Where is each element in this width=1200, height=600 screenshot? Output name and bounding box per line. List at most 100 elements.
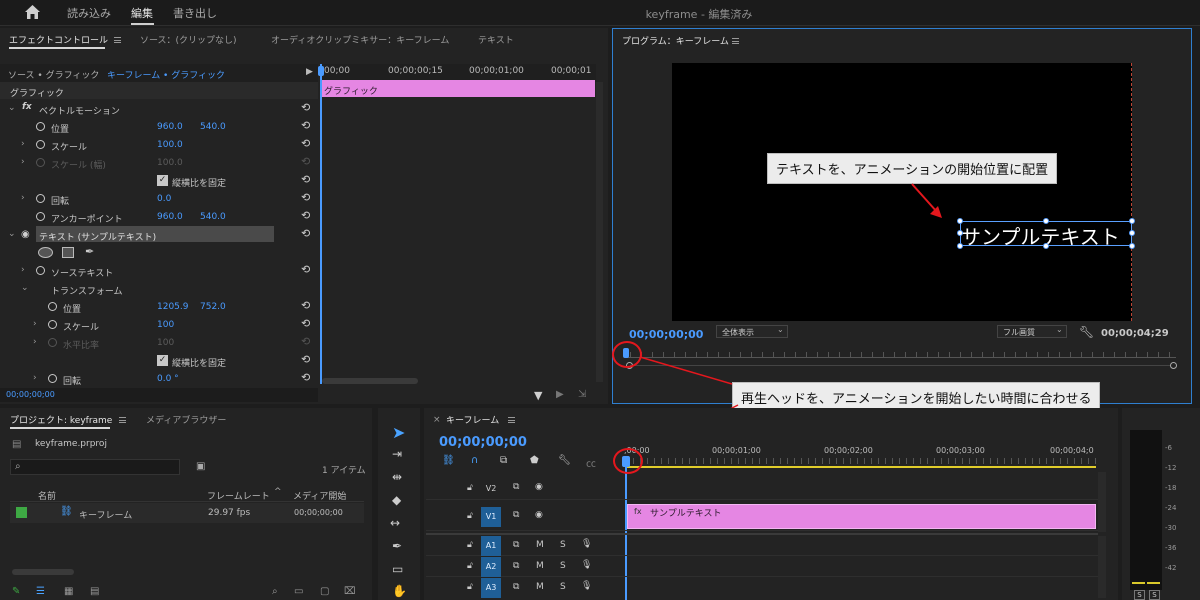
trash-icon[interactable]: ⌧ [344, 586, 356, 597]
export-icon[interactable]: ⇲ [578, 389, 586, 400]
linked-selection-icon[interactable]: ⧉ [500, 455, 507, 466]
freeform-icon[interactable]: ▤ [90, 586, 99, 597]
bbox-handle[interactable] [1043, 218, 1049, 224]
effects-timecode[interactable]: 00;00;00;00 [6, 390, 55, 399]
lock-icon[interactable]: 🔓︎ [467, 582, 473, 592]
program-menu-icon[interactable] [732, 38, 739, 44]
expand-icon[interactable]: › [21, 139, 25, 149]
value-y[interactable]: 540.0 [200, 212, 226, 222]
stopwatch-icon[interactable] [48, 320, 57, 329]
label-color[interactable] [16, 507, 27, 518]
stopwatch-icon[interactable] [36, 194, 45, 203]
close-icon[interactable]: × [433, 415, 441, 425]
reset-icon[interactable]: ⟲ [301, 318, 313, 330]
stopwatch-icon[interactable] [36, 158, 45, 167]
mute-button[interactable]: M [536, 540, 544, 550]
expand-icon[interactable]: › [33, 319, 37, 329]
bbox-handle[interactable] [1129, 243, 1135, 249]
kf-scrollbar[interactable] [596, 82, 603, 382]
col-start[interactable]: メディア開始 [293, 489, 346, 502]
solo-button[interactable]: S [560, 540, 566, 550]
expand-icon[interactable]: › [33, 373, 37, 383]
slip-tool-icon[interactable]: ↔ [390, 516, 400, 530]
find-icon[interactable]: ⌕ [272, 586, 278, 597]
snap-icon[interactable]: ∩ [471, 455, 478, 466]
value-x[interactable]: 960.0 [157, 212, 183, 222]
quality-select[interactable]: フル画質 ⌄ [997, 325, 1067, 338]
fit-select[interactable]: 全体表示 ⌄ [716, 325, 788, 338]
mic-icon[interactable]: 🎙︎ [581, 539, 592, 549]
reset-icon[interactable]: ⟲ [301, 174, 313, 186]
sync-icon[interactable]: ⧉ [513, 510, 519, 520]
filter-icon[interactable]: ▼ [534, 389, 542, 402]
track-select-icon[interactable]: ⇥ [392, 447, 402, 461]
program-scrubber[interactable] [626, 357, 1176, 358]
stopwatch-icon[interactable] [36, 140, 45, 149]
eye-icon[interactable]: ◉ [535, 482, 543, 492]
hand-tool-icon[interactable]: ✋ [392, 584, 407, 598]
collapse-icon[interactable]: ⌄ [8, 103, 16, 113]
insert-sequence-icon[interactable]: ⛓ [442, 455, 455, 466]
list-view-icon[interactable]: ☰ [36, 586, 45, 597]
rect-mask-icon[interactable] [62, 247, 74, 258]
video-scrollbar[interactable] [1098, 472, 1106, 532]
graphic-clip-bar[interactable]: グラフィック [321, 80, 595, 97]
collapse-icon[interactable]: ⌄ [21, 283, 29, 293]
icon-view-icon[interactable]: ▦ [64, 586, 73, 597]
value-x[interactable]: 1205.9 [157, 302, 189, 312]
timeline-ruler[interactable]: ,00;00 00;00;01;00 00;00;02;00 00;00;03;… [624, 442, 1096, 468]
reset-icon[interactable]: ⟲ [301, 192, 313, 204]
reset-icon[interactable]: ⟲ [301, 210, 313, 222]
track-label[interactable]: A1 [481, 536, 501, 556]
reset-icon[interactable]: ⟲ [301, 264, 313, 276]
track-label[interactable]: A2 [481, 557, 501, 577]
reset-icon[interactable]: ⟲ [301, 120, 313, 132]
play-only-icon[interactable]: ▶ [306, 67, 313, 77]
reset-icon[interactable]: ⟲ [301, 138, 313, 150]
panel-menu-icon[interactable] [114, 37, 121, 43]
expand-icon[interactable]: › [21, 265, 25, 275]
solo-button[interactable]: S [560, 582, 566, 592]
stopwatch-icon[interactable] [48, 302, 57, 311]
eye-icon[interactable]: ◉ [21, 229, 30, 240]
text-clip[interactable]: fx サンプルテキスト [627, 504, 1096, 529]
lock-icon[interactable]: 🔓︎ [467, 540, 473, 550]
sample-text[interactable]: サンプルテキスト [961, 221, 1120, 250]
project-menu-icon[interactable] [119, 417, 126, 423]
track-label[interactable]: A3 [481, 578, 501, 598]
bbox-handle[interactable] [957, 230, 963, 236]
reset-icon[interactable]: ⟲ [301, 102, 313, 114]
audio-scrollbar[interactable] [1098, 536, 1106, 598]
expand-icon[interactable]: › [33, 337, 37, 347]
reset-icon[interactable]: ⟲ [301, 228, 313, 240]
lock-icon[interactable]: 🔓︎ [467, 483, 473, 493]
tab-audio-mixer[interactable]: オーディオクリップミキサー：キーフレーム [271, 33, 449, 46]
ellipse-mask-icon[interactable] [38, 247, 53, 258]
value[interactable]: 100.0 [157, 140, 183, 150]
selection-tool-icon[interactable]: ➤ [392, 423, 405, 442]
checkbox-icon[interactable]: ✓ [157, 175, 168, 186]
stopwatch-icon[interactable] [36, 122, 45, 131]
pen-tool-icon[interactable]: ✒ [392, 539, 402, 553]
kf-zoom-bar[interactable] [322, 378, 418, 384]
bbox-handle[interactable] [957, 243, 963, 249]
sync-icon[interactable]: ⧉ [513, 582, 519, 592]
value-y[interactable]: 540.0 [200, 122, 226, 132]
bbox-handle[interactable] [1129, 218, 1135, 224]
timeline-menu-icon[interactable] [508, 417, 515, 423]
eye-icon[interactable]: ◉ [535, 510, 543, 520]
lock-icon[interactable]: 🔓︎ [467, 511, 473, 521]
project-scrollbar[interactable] [12, 569, 74, 575]
reset-icon[interactable]: ⟲ [301, 372, 313, 384]
bbox-handle[interactable] [957, 218, 963, 224]
marker-icon[interactable]: ⬟ [530, 455, 539, 466]
ripple-edit-icon[interactable]: ⇹ [392, 470, 402, 484]
razor-icon[interactable]: ◆ [392, 493, 401, 507]
project-search-input[interactable]: ⌕ [10, 459, 180, 475]
reset-icon[interactable]: ⟲ [301, 336, 313, 348]
pen-mask-icon[interactable]: ✒ [85, 245, 94, 258]
kf-playhead[interactable] [320, 64, 322, 384]
target-label[interactable]: キーフレーム • グラフィック [107, 68, 225, 81]
tab-source[interactable]: ソース：(クリップなし) [140, 33, 237, 46]
sort-icon[interactable]: ^ [274, 487, 282, 497]
